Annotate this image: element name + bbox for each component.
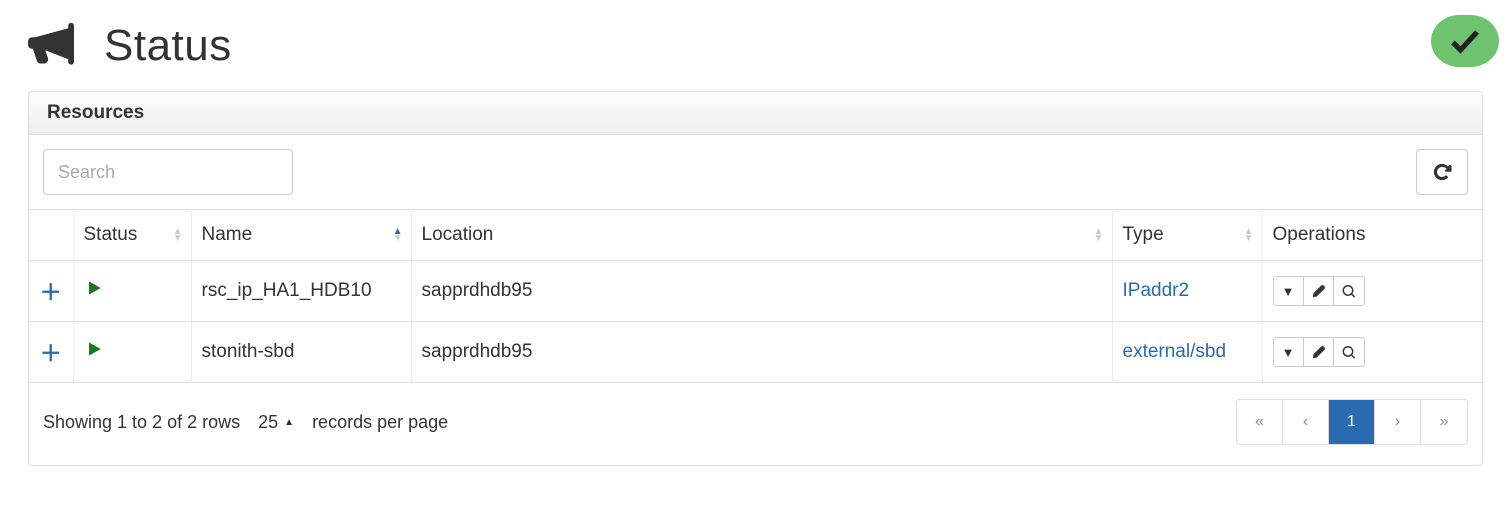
column-operations-label: Operations (1273, 224, 1366, 245)
menu-dropdown-button[interactable]: ▼ (1274, 338, 1304, 366)
details-button[interactable] (1334, 277, 1364, 305)
sort-icon: ▲▼ (1244, 228, 1254, 242)
edit-button[interactable] (1304, 338, 1334, 366)
search-icon (1342, 285, 1355, 298)
column-name[interactable]: Name ▲▼ (191, 210, 411, 261)
caret-down-icon: ▼ (1282, 284, 1295, 299)
page-first-button[interactable]: « (1237, 400, 1283, 444)
page-size-selector[interactable]: 25 ▲ (258, 412, 294, 433)
column-location-label: Location (422, 224, 494, 245)
resource-name: rsc_ip_HA1_HDB10 (191, 261, 411, 322)
status-running-icon (84, 343, 104, 364)
resource-name: stonith-sbd (191, 322, 411, 383)
page-number-button[interactable]: 1 (1329, 400, 1375, 444)
refresh-icon (1432, 162, 1452, 182)
page-size-value: 25 (258, 412, 278, 433)
page-title: Status (104, 21, 232, 71)
column-name-label: Name (202, 224, 253, 245)
sort-asc-icon: ▲▼ (393, 228, 403, 242)
column-type[interactable]: Type ▲▼ (1112, 210, 1262, 261)
column-type-label: Type (1123, 224, 1164, 245)
details-button[interactable] (1334, 338, 1364, 366)
page-prev-button[interactable]: ‹ (1283, 400, 1329, 444)
resources-panel: Resources Status ▲▼ Name ▲▼ (28, 91, 1483, 466)
check-icon (1447, 23, 1483, 59)
resources-table: Status ▲▼ Name ▲▼ Location ▲▼ Type ▲▼ (29, 209, 1482, 383)
bullhorn-icon (28, 20, 74, 71)
edit-button[interactable] (1304, 277, 1334, 305)
sort-icon: ▲▼ (173, 228, 183, 242)
column-status[interactable]: Status ▲▼ (73, 210, 191, 261)
menu-dropdown-button[interactable]: ▼ (1274, 277, 1304, 305)
expand-row-button[interactable]: ＋ (40, 341, 62, 366)
column-operations: Operations (1262, 210, 1482, 261)
operations-group: ▼ (1273, 337, 1365, 367)
status-running-icon (84, 282, 104, 303)
cluster-status-ok-badge (1431, 15, 1499, 67)
resource-type-link[interactable]: external/sbd (1123, 341, 1227, 362)
sort-icon: ▲▼ (1094, 228, 1104, 242)
operations-group: ▼ (1273, 276, 1365, 306)
page-last-button[interactable]: » (1421, 400, 1467, 444)
page-next-button[interactable]: › (1375, 400, 1421, 444)
pencil-icon (1312, 346, 1325, 359)
caret-down-icon: ▼ (1282, 345, 1295, 360)
pagination: « ‹ 1 › » (1236, 399, 1468, 445)
search-input[interactable] (43, 149, 293, 195)
refresh-button[interactable] (1416, 149, 1468, 195)
table-row: ＋ rsc_ip_HA1_HDB10 sapprdhdb95 IPaddr2 ▼ (29, 261, 1482, 322)
page-size-suffix: records per page (312, 412, 448, 433)
table-row: ＋ stonith-sbd sapprdhdb95 external/sbd ▼ (29, 322, 1482, 383)
resource-location: sapprdhdb95 (411, 261, 1112, 322)
row-summary: Showing 1 to 2 of 2 rows (43, 412, 240, 433)
search-icon (1342, 346, 1355, 359)
caret-up-icon: ▲ (284, 417, 294, 428)
resource-location: sapprdhdb95 (411, 322, 1112, 383)
column-location[interactable]: Location ▲▼ (411, 210, 1112, 261)
pencil-icon (1312, 285, 1325, 298)
column-status-label: Status (84, 224, 138, 245)
expand-row-button[interactable]: ＋ (40, 280, 62, 305)
panel-heading: Resources (29, 92, 1482, 135)
resource-type-link[interactable]: IPaddr2 (1123, 280, 1190, 301)
column-expand (29, 210, 73, 261)
